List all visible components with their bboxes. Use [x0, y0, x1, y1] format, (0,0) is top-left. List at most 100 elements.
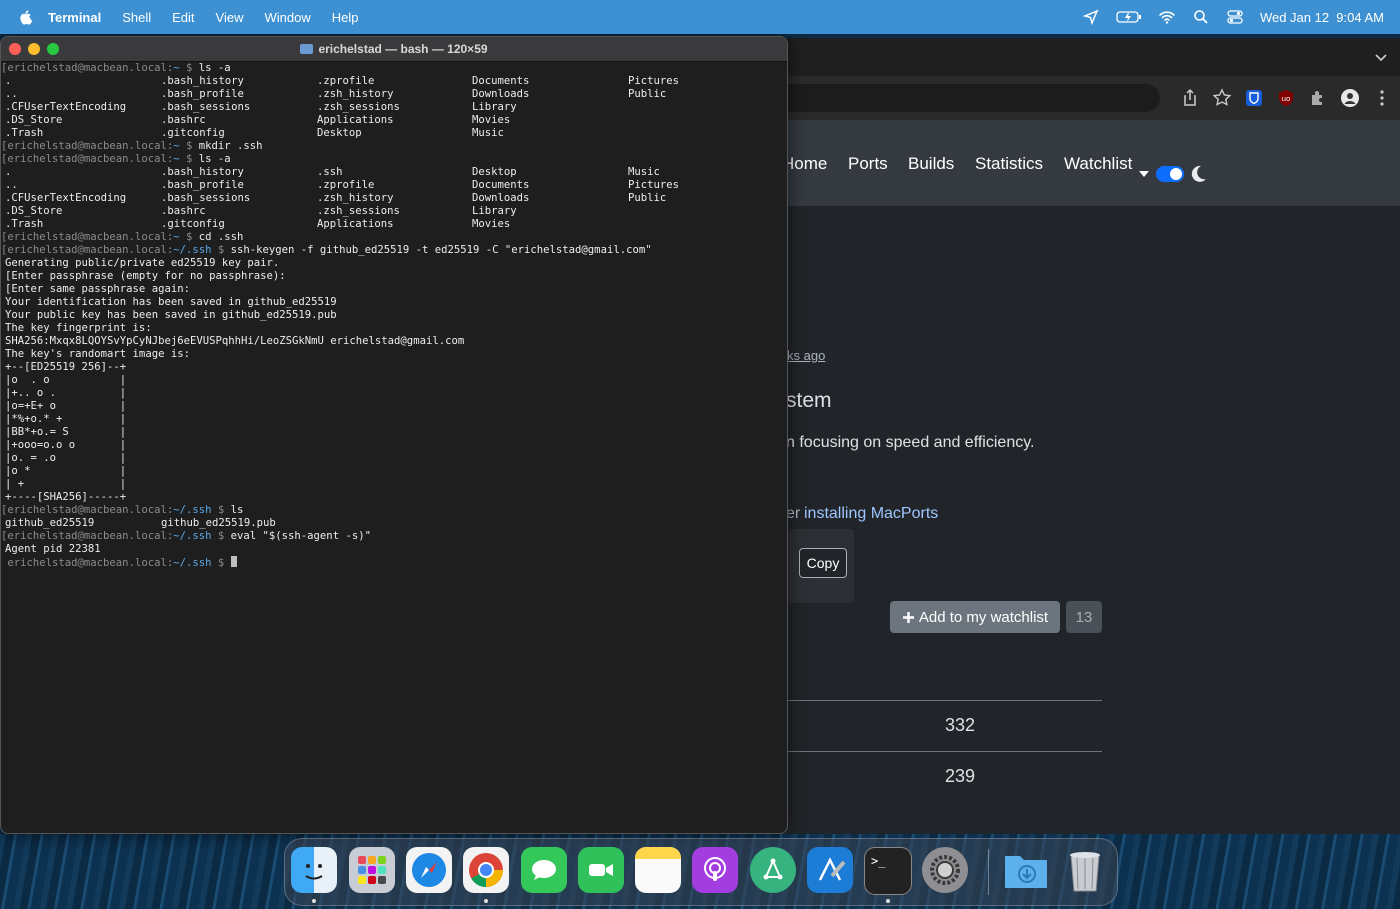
menu-window[interactable]: Window: [265, 10, 311, 25]
trash-icon[interactable]: [1062, 847, 1108, 893]
nav-home[interactable]: Home: [782, 154, 827, 174]
file-entry: .bash_history: [161, 75, 244, 87]
file-entry: github_ed25519.pub: [161, 517, 276, 529]
file-entry: .zprofile: [317, 179, 375, 191]
file-entry: Movies: [472, 218, 511, 230]
file-entry: .ssh: [317, 166, 343, 178]
terminal-output-line: +--[ED25519 256]--+: [5, 361, 127, 373]
menu-app-name[interactable]: Terminal: [48, 10, 101, 25]
git-app-icon[interactable]: [750, 847, 796, 893]
chrome-icon[interactable]: [463, 847, 509, 893]
launchpad-icon[interactable]: [349, 847, 395, 893]
terminal-output-line: [Enter same passphrase again:: [5, 283, 190, 295]
terminal-window[interactable]: erichelstad — bash — 120×59 [erichelstad…: [0, 36, 788, 834]
ublock-extension-icon[interactable]: uo: [1276, 88, 1296, 108]
apple-icon[interactable]: [18, 9, 34, 25]
file-entry: .zsh_history: [317, 88, 394, 100]
install-prefix-text: er: [786, 505, 801, 522]
zoom-window-button[interactable]: [47, 43, 59, 55]
wifi-icon[interactable]: [1158, 8, 1176, 26]
menu-view[interactable]: View: [216, 10, 244, 25]
bitwarden-extension-icon[interactable]: [1244, 88, 1264, 108]
address-bar[interactable]: [780, 84, 1160, 112]
system-preferences-icon[interactable]: [922, 847, 968, 893]
file-entry: .gitconfig: [161, 218, 225, 230]
prompt-dollar: $: [211, 244, 231, 256]
terminal-output-line: |BB*+o.= S |: [5, 426, 127, 438]
finder-icon[interactable]: [291, 847, 337, 893]
file-entry: Applications: [317, 218, 394, 230]
terminal-prompt-line: [erichelstad@macbean.local:~ $ ls -a: [1, 62, 787, 75]
search-icon[interactable]: [1192, 8, 1210, 26]
terminal-prompt-line: [erichelstad@macbean.local:~/.ssh $ eval…: [1, 530, 787, 543]
prompt-dollar: $: [179, 62, 199, 74]
downloads-folder-icon[interactable]: [1003, 847, 1049, 893]
nav-watchlist[interactable]: Watchlist: [1064, 154, 1132, 174]
browser-menu-icon[interactable]: [1372, 88, 1392, 108]
podcasts-icon[interactable]: [692, 847, 738, 893]
control-center-icon[interactable]: [1226, 8, 1244, 26]
nav-ports[interactable]: Ports: [848, 154, 888, 174]
nav-statistics[interactable]: Statistics: [975, 154, 1043, 174]
terminal-output-line: +----[SHA256]-----+: [5, 491, 127, 503]
file-entry: Desktop: [472, 166, 517, 178]
file-entry: .zsh_sessions: [317, 205, 400, 217]
terminal-prompt-line: [erichelstad@macbean.local:~ $ ls -a: [1, 153, 787, 166]
stat-value-2: 239: [945, 766, 976, 786]
menu-shell[interactable]: Shell: [122, 10, 151, 25]
dock-separator: [988, 849, 989, 895]
safari-icon[interactable]: [406, 847, 452, 893]
terminal-title: erichelstad — bash — 120×59: [318, 42, 488, 56]
running-indicator: [484, 899, 488, 903]
terminal-output-line: |o. = .o |: [5, 452, 127, 464]
running-indicator: [312, 899, 316, 903]
terminal-cursor: [230, 556, 237, 567]
add-to-watchlist-button[interactable]: Add to my watchlist: [890, 601, 1060, 633]
extensions-puzzle-icon[interactable]: [1308, 88, 1328, 108]
file-entry: Music: [472, 127, 504, 139]
minimize-window-button[interactable]: [28, 43, 40, 55]
terminal-icon[interactable]: >_: [864, 847, 912, 895]
stat-value-1: 332: [945, 715, 976, 735]
copy-button[interactable]: Copy: [799, 548, 847, 578]
facetime-icon[interactable]: [578, 847, 624, 893]
terminal-output-line: |+ooo=o.o o |: [5, 439, 127, 451]
terminal-listing-row: .. .bash_profile .zprofile Documents Picture…: [1, 179, 787, 192]
messages-icon[interactable]: [521, 847, 567, 893]
terminal-listing-row: .Trash .gitconfig Applications Movies: [1, 218, 787, 231]
terminal-listing-row: .CFUserTextEncoding .bash_sessions .zsh_hi…: [1, 192, 787, 205]
dark-mode-toggle[interactable]: [1156, 166, 1184, 182]
bookmark-star-icon[interactable]: [1212, 88, 1232, 108]
menu-edit[interactable]: Edit: [172, 10, 194, 25]
updated-time-link[interactable]: ks ago: [787, 348, 825, 363]
nav-builds[interactable]: Builds: [908, 154, 954, 174]
file-entry: .bash_history: [161, 166, 244, 178]
location-icon[interactable]: [1082, 8, 1100, 26]
terminal-output[interactable]: [erichelstad@macbean.local:~ $ ls -a. .ba…: [1, 62, 787, 832]
moon-icon: [1191, 165, 1206, 182]
prompt-command: ls -a: [198, 153, 231, 165]
terminal-output-line: |o=+E+ o |: [5, 400, 127, 412]
plus-icon: [902, 611, 914, 623]
file-entry: Documents: [472, 179, 530, 191]
menu-help[interactable]: Help: [332, 10, 359, 25]
terminal-listing-row: .DS_Store .bashrc Applications Movies: [1, 114, 787, 127]
chevron-down-icon[interactable]: [1374, 50, 1388, 64]
share-icon[interactable]: [1180, 88, 1200, 108]
dock: >_: [284, 838, 1118, 906]
terminal-output-line: The key's randomart image is:: [5, 348, 190, 360]
menu-clock[interactable]: Wed Jan 12 9:04 AM: [1260, 10, 1384, 25]
profile-avatar-icon[interactable]: [1340, 88, 1360, 108]
terminal-output-line: Agent pid 22381: [5, 543, 101, 555]
close-window-button[interactable]: [9, 43, 21, 55]
installing-macports-link[interactable]: installing MacPorts: [804, 505, 938, 523]
notes-icon[interactable]: [635, 847, 681, 893]
xcode-icon[interactable]: [807, 847, 853, 893]
terminal-output-line: The key fingerprint is:: [5, 322, 152, 334]
file-entry: Public: [628, 88, 667, 100]
prompt-dollar: $: [211, 530, 231, 542]
browser-window: uo Home Ports Builds Statistics Watchlis…: [780, 38, 1400, 834]
terminal-title-bar[interactable]: erichelstad — bash — 120×59: [1, 37, 787, 62]
battery-icon[interactable]: [1116, 8, 1142, 26]
file-entry: Pictures: [628, 75, 680, 87]
